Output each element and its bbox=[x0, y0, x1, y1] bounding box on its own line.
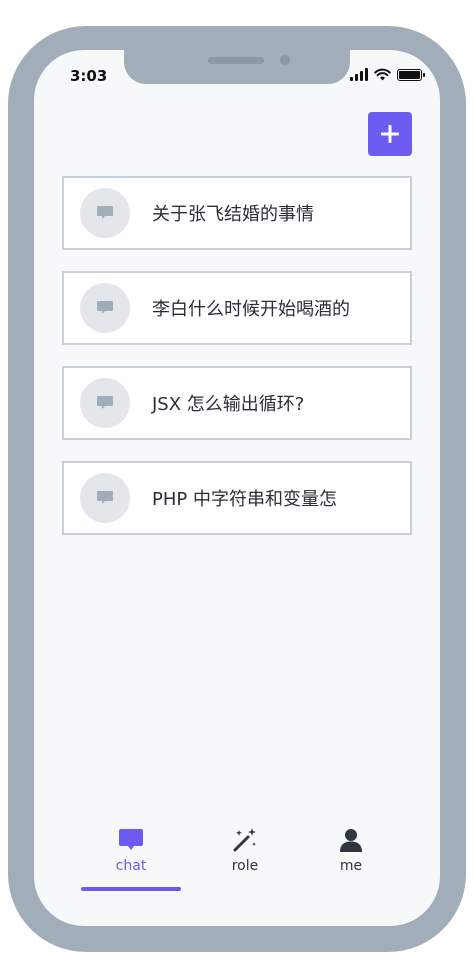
tab-me[interactable]: me bbox=[301, 826, 401, 892]
tab-bar: chat role me bbox=[34, 826, 440, 896]
chat-list-item[interactable]: 关于张飞结婚的事情 bbox=[62, 176, 412, 250]
chat-avatar bbox=[80, 283, 130, 333]
notch bbox=[124, 50, 350, 84]
status-time: 3:03 bbox=[70, 67, 108, 85]
speaker bbox=[208, 57, 264, 64]
tab-label: role bbox=[231, 858, 259, 874]
chat-bubble-icon bbox=[119, 829, 143, 850]
message-icon bbox=[97, 206, 113, 219]
tab-label: me bbox=[339, 858, 363, 874]
status-icons bbox=[350, 68, 425, 81]
message-icon bbox=[97, 396, 113, 409]
message-icon bbox=[97, 301, 113, 314]
chat-list: 关于张飞结婚的事情 李白什么时候开始喝酒的 JSX 怎么输出循环? PHP 中字… bbox=[62, 176, 412, 556]
chat-avatar bbox=[80, 473, 130, 523]
user-icon bbox=[340, 829, 362, 852]
chat-list-item[interactable]: JSX 怎么输出循环? bbox=[62, 366, 412, 440]
chat-avatar bbox=[80, 188, 130, 238]
magic-wand-icon bbox=[233, 828, 256, 852]
tab-role[interactable]: role bbox=[195, 826, 295, 892]
add-chat-button[interactable] bbox=[368, 112, 412, 156]
wifi-icon bbox=[374, 68, 391, 81]
chat-title: PHP 中字符串和变量怎 bbox=[152, 489, 337, 510]
active-tab-indicator bbox=[81, 887, 181, 891]
message-icon bbox=[97, 491, 113, 504]
chat-title: 李白什么时候开始喝酒的 bbox=[152, 299, 350, 320]
chat-title: JSX 怎么输出循环? bbox=[152, 394, 305, 415]
battery-icon bbox=[397, 69, 425, 81]
chat-title: 关于张飞结婚的事情 bbox=[152, 204, 314, 225]
chat-list-item[interactable]: PHP 中字符串和变量怎 bbox=[62, 461, 412, 535]
plus-icon bbox=[381, 125, 399, 143]
tab-chat[interactable]: chat bbox=[81, 826, 181, 892]
chat-list-item[interactable]: 李白什么时候开始喝酒的 bbox=[62, 271, 412, 345]
chat-avatar bbox=[80, 378, 130, 428]
camera bbox=[280, 55, 290, 65]
tab-label: chat bbox=[115, 858, 147, 874]
signal-icon bbox=[350, 68, 368, 81]
